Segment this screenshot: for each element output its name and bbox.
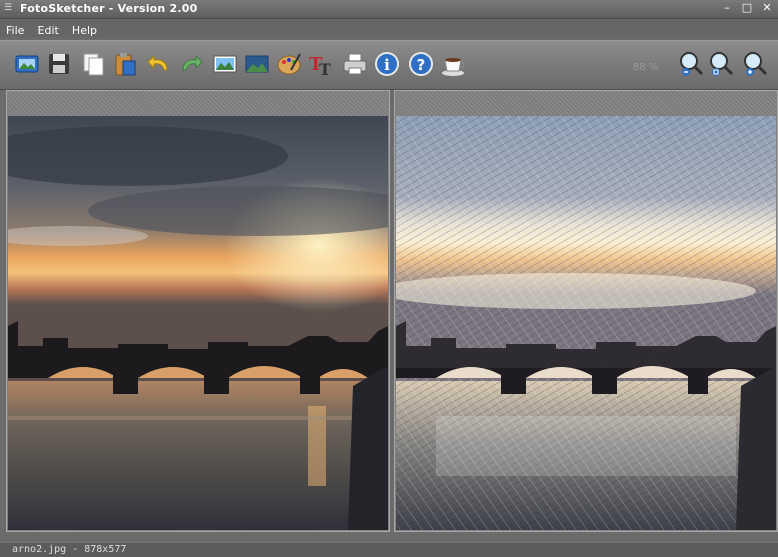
sketch-result-render [396,116,776,530]
drawing-parameters-button[interactable] [274,49,304,79]
status-text: arno2.jpg - 878x577 [12,544,127,555]
landscape-picture-icon [245,55,269,73]
menu-edit[interactable]: Edit [34,22,63,40]
zoom-out-button[interactable] [676,49,706,79]
info-icon: i [375,52,399,76]
undo-arrow-icon [147,54,168,71]
svg-text:?: ? [417,56,426,74]
menu-help[interactable]: Help [68,22,101,40]
question-icon: ? [409,52,433,76]
original-photo[interactable] [8,116,388,530]
zoom-in-icon [744,52,768,76]
text-tt-icon: T T [309,54,331,78]
redo-button[interactable] [176,49,206,79]
zoom-level: 88 % [633,62,659,73]
close-icon[interactable]: ✕ [760,1,774,15]
floppy-disk-icon [49,54,69,74]
window-controls: – □ ✕ [720,1,774,15]
svg-text:i: i [384,56,390,74]
copy-button[interactable] [78,49,108,79]
landscape-photo-icon [213,55,237,73]
original-photo-render [8,116,388,530]
app-icon[interactable]: ☰ [4,3,14,13]
clipboard-icon [115,53,136,76]
original-image-panel [6,90,390,532]
title-bar: ☰ FotoSketcher - Version 2.00 – □ ✕ [0,0,778,19]
minimize-icon[interactable]: – [720,1,734,15]
sketch-result[interactable] [396,116,776,530]
help-button[interactable]: ? [406,49,436,79]
svg-text:T: T [319,60,331,78]
open-image-button[interactable] [12,49,42,79]
original-image-button[interactable] [210,49,240,79]
toolbar: T T i ? 88 % [0,40,778,90]
open-image-icon [15,55,39,73]
zoom-out-icon [680,52,704,76]
print-button[interactable] [340,49,370,79]
paste-button[interactable] [110,49,140,79]
paint-palette-icon [277,53,301,75]
zoom-fit-button[interactable] [706,49,736,79]
zoom-in-button[interactable] [740,49,770,79]
save-button[interactable] [44,49,74,79]
menu-file[interactable]: File [2,22,28,40]
maximize-icon[interactable]: □ [740,1,754,15]
copy-icon [83,53,104,76]
add-text-button[interactable]: T T [306,49,336,79]
coffee-cup-icon [442,58,465,76]
printer-icon [343,53,367,75]
zoom-fit-icon [710,52,734,76]
redo-arrow-icon [182,54,203,71]
donate-button[interactable] [438,49,468,79]
window-title: FotoSketcher - Version 2.00 [20,2,198,15]
status-bar: arno2.jpg - 878x577 [0,542,778,557]
menu-bar: File Edit Help [0,19,778,37]
info-button[interactable]: i [372,49,402,79]
result-image-panel [394,90,778,532]
result-image-button[interactable] [242,49,272,79]
undo-button[interactable] [144,49,174,79]
